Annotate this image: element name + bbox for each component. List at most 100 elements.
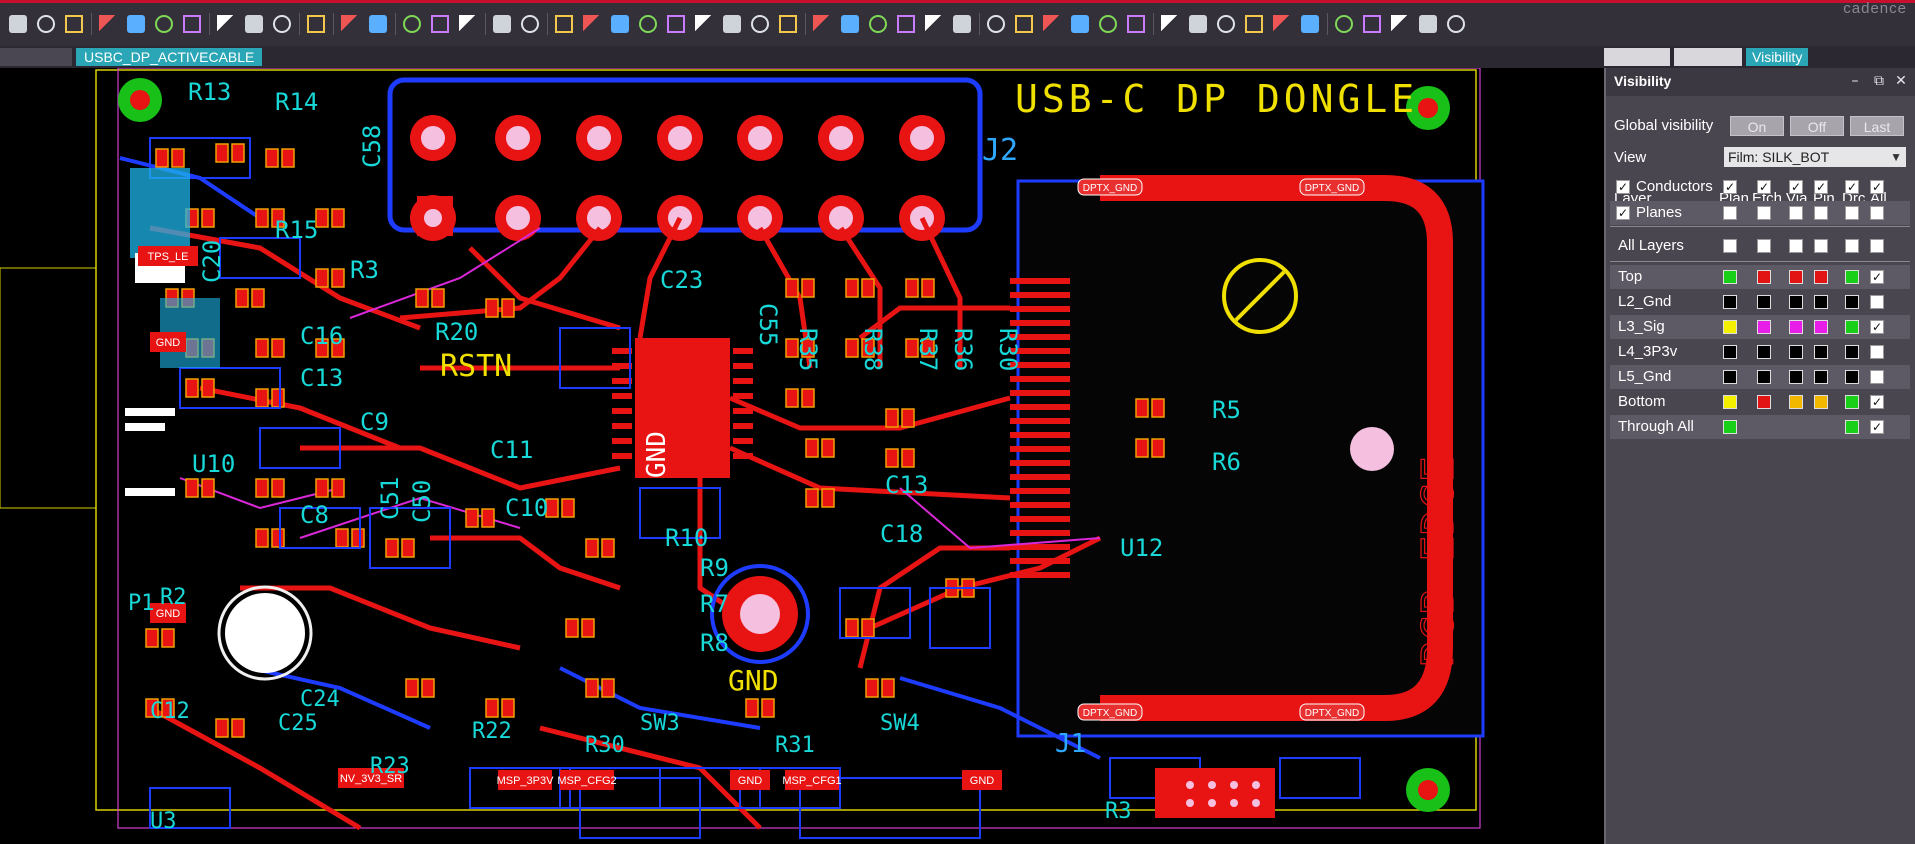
add-line-icon[interactable]	[304, 12, 328, 36]
visibility-checkbox[interactable]	[1757, 239, 1771, 253]
save-icon[interactable]	[62, 12, 86, 36]
visibility-checkbox[interactable]	[1789, 239, 1803, 253]
visibility-checkbox[interactable]: ✓	[1814, 180, 1828, 194]
swap-icon[interactable]	[490, 12, 514, 36]
layer-row-planes[interactable]: ✓ Planes	[1610, 201, 1910, 225]
color-swatch[interactable]	[1814, 295, 1828, 309]
visibility-checkbox[interactable]	[1870, 206, 1884, 220]
visibility-checkbox[interactable]	[1789, 206, 1803, 220]
color-swatch[interactable]	[1814, 320, 1828, 334]
zoom-world-icon[interactable]	[664, 12, 688, 36]
undo-icon[interactable]	[180, 12, 204, 36]
minimize-icon[interactable]: –	[1847, 73, 1863, 89]
image-icon[interactable]	[1360, 12, 1384, 36]
color-wheel-icon[interactable]	[810, 12, 834, 36]
unpin-icon[interactable]	[270, 12, 294, 36]
sync-icon[interactable]	[1332, 12, 1356, 36]
color-swatch[interactable]	[1723, 320, 1737, 334]
color-swatch[interactable]	[1723, 420, 1737, 434]
color-swatch[interactable]	[1757, 270, 1771, 284]
board-icon[interactable]	[1388, 12, 1412, 36]
layer-row-conductors[interactable]: ✓ Conductors ✓ ✓ ✓ ✓ ✓ ✓	[1610, 175, 1910, 199]
color-swatch[interactable]	[1723, 395, 1737, 409]
shape-icon[interactable]	[748, 12, 772, 36]
new-file-icon[interactable]	[6, 12, 30, 36]
text-edit-icon[interactable]	[338, 12, 362, 36]
3d-view-icon[interactable]	[1012, 12, 1036, 36]
color-swatch[interactable]	[1723, 370, 1737, 384]
visibility-checkbox[interactable]	[1870, 295, 1884, 309]
color-swatch[interactable]	[1789, 270, 1803, 284]
layer-row-l3-sig[interactable]: L3_Sig ✓	[1610, 315, 1910, 339]
pcb-canvas[interactable]: GND GND TPS_LE NV_3V3_SR MSP_3P3V MSP_CFG2 GND…	[0, 68, 1600, 844]
visibility-checkbox[interactable]	[1845, 239, 1859, 253]
visibility-checkbox[interactable]	[1870, 370, 1884, 384]
layer-row-all-layers[interactable]: All Layers	[1610, 234, 1910, 258]
panel-tab-2[interactable]	[1674, 48, 1742, 66]
zoom-center-icon[interactable]	[692, 12, 716, 36]
color-swatch[interactable]	[1845, 345, 1859, 359]
multi-layer-icon[interactable]	[1416, 12, 1440, 36]
tab-strip-empty[interactable]	[0, 48, 72, 66]
color-swatch[interactable]	[1757, 370, 1771, 384]
color-swatch[interactable]	[1723, 345, 1737, 359]
visibility-checkbox[interactable]	[1723, 239, 1737, 253]
color-swatch[interactable]	[1757, 345, 1771, 359]
open-folder-icon[interactable]	[34, 12, 58, 36]
visibility-checkbox[interactable]: ✓	[1789, 180, 1803, 194]
color-swatch[interactable]	[1789, 370, 1803, 384]
visibility-checkbox[interactable]: ✓	[1845, 180, 1859, 194]
color-swatch[interactable]	[1845, 420, 1859, 434]
shading-icon[interactable]	[1040, 12, 1064, 36]
color-swatch[interactable]	[1789, 295, 1803, 309]
color-swatch[interactable]	[1789, 395, 1803, 409]
color-swatch[interactable]	[1757, 295, 1771, 309]
x-box-icon[interactable]	[1214, 12, 1238, 36]
move-icon[interactable]	[96, 12, 120, 36]
window-icon[interactable]	[1158, 12, 1182, 36]
global-last-button[interactable]: Last	[1850, 116, 1904, 136]
layer-row-l2-gnd[interactable]: L2_Gnd	[1610, 290, 1910, 314]
delete-icon[interactable]	[152, 12, 176, 36]
visibility-checkbox[interactable]: ✓	[1870, 320, 1884, 334]
visibility-checkbox[interactable]: ✓	[1870, 395, 1884, 409]
pin-icon[interactable]	[242, 12, 266, 36]
color-swatch[interactable]	[1845, 270, 1859, 284]
dehighlight-icon[interactable]	[1096, 12, 1120, 36]
color-swatch[interactable]	[1845, 295, 1859, 309]
visibility-checkbox[interactable]	[1757, 206, 1771, 220]
color-swatch[interactable]	[1757, 320, 1771, 334]
visibility-checkbox[interactable]	[1870, 345, 1884, 359]
color-swatch[interactable]	[1845, 395, 1859, 409]
zoom-fit-icon[interactable]	[552, 12, 576, 36]
share-icon[interactable]	[1444, 12, 1468, 36]
color-swatch[interactable]	[1757, 395, 1771, 409]
board-drawing[interactable]: GNDGNDTPS_LENV_3V3_SR MSP_3P3V MSP_CFG2 GND…	[0, 68, 1600, 844]
fx-icon[interactable]	[1298, 12, 1322, 36]
visibility-checkbox[interactable]	[1814, 206, 1828, 220]
visibility-doc-icon[interactable]	[984, 12, 1008, 36]
color-swatch[interactable]	[1814, 345, 1828, 359]
settings-icon[interactable]	[922, 12, 946, 36]
redo-icon[interactable]	[214, 12, 238, 36]
copy-icon[interactable]	[124, 12, 148, 36]
cloud-icon[interactable]	[1186, 12, 1210, 36]
color-swatch[interactable]	[1814, 395, 1828, 409]
close-icon[interactable]: ✕	[1893, 73, 1909, 89]
layer-row-top[interactable]: Top ✓	[1610, 265, 1910, 289]
color-swatch[interactable]	[1723, 270, 1737, 284]
layer-row-through-all[interactable]: Through All ✓	[1610, 415, 1910, 439]
layer-stack-icon[interactable]	[866, 12, 890, 36]
add-shape-icon[interactable]	[1124, 12, 1148, 36]
panel-tab-1[interactable]	[1604, 48, 1670, 66]
grab-hand-icon[interactable]	[456, 12, 480, 36]
slash-box-icon[interactable]	[1242, 12, 1266, 36]
global-off-button[interactable]: Off	[1790, 116, 1844, 136]
grid-icon[interactable]	[776, 12, 800, 36]
visibility-eye-icon[interactable]	[950, 12, 974, 36]
visibility-checkbox[interactable]: ✓	[1870, 420, 1884, 434]
color-swatch[interactable]	[1845, 370, 1859, 384]
constraint-icon[interactable]	[1270, 12, 1294, 36]
global-on-button[interactable]: On	[1730, 116, 1784, 136]
color-swatch[interactable]	[1845, 320, 1859, 334]
